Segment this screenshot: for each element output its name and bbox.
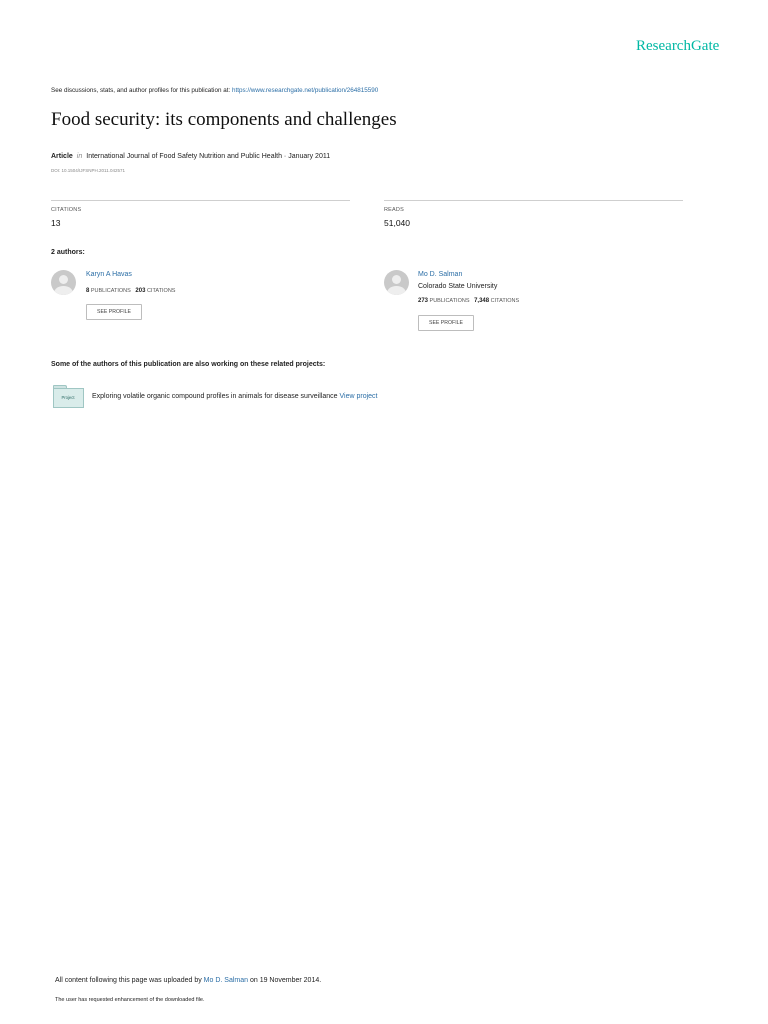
publication-link[interactable]: https://www.researchgate.net/publication…	[232, 87, 378, 94]
author-stats: 273 PUBLICATIONS 7,348 CITATIONS	[418, 298, 519, 304]
publications-count: 8	[86, 288, 90, 294]
author-name[interactable]: Karyn A Havas	[86, 271, 132, 278]
project-icon-label: Project	[61, 395, 75, 400]
authors-heading: 2 authors:	[51, 249, 85, 256]
avatar-icon[interactable]	[384, 270, 409, 295]
see-profile-button[interactable]: SEE PROFILE	[418, 315, 474, 331]
article-doi: DOI: 10.1504/IJFSNPH.2011.042571	[51, 168, 125, 173]
project-item: Exploring volatile organic compound prof…	[92, 393, 378, 400]
publications-label: PUBLICATIONS	[90, 288, 131, 294]
author-citations-label: CITATIONS	[146, 288, 176, 294]
author-name[interactable]: Mo D. Salman	[418, 271, 462, 278]
author-institution: Colorado State University	[418, 283, 498, 290]
upload-note: All content following this page was uplo…	[55, 977, 321, 984]
avatar-icon[interactable]	[51, 270, 76, 295]
author-stats: 8 PUBLICATIONS 203 CITATIONS	[86, 288, 175, 294]
article-meta: Article in International Journal of Food S…	[51, 153, 330, 160]
related-projects-heading: Some of the authors of this publication …	[51, 361, 326, 368]
citations-count: 203	[135, 288, 146, 294]
discussion-line: See discussions, stats, and author profi…	[51, 87, 378, 94]
reads-divider	[384, 200, 683, 201]
citations-count: 7,348	[474, 298, 490, 304]
upload-suffix: on 19 November 2014.	[248, 977, 322, 984]
journal-name: International Journal of Food Safety Nut…	[86, 153, 331, 160]
enhancement-note: The user has requested enhancement of th…	[55, 997, 205, 1003]
see-profile-button[interactable]: SEE PROFILE	[86, 304, 142, 320]
article-type: Article	[51, 153, 73, 160]
uploader-link[interactable]: Mo D. Salman	[204, 977, 248, 984]
reads-label: READS	[384, 207, 404, 213]
project-folder-icon: Project	[53, 385, 84, 408]
discussion-prefix: See discussions, stats, and author profi…	[51, 87, 232, 94]
publications-count: 273	[418, 298, 429, 304]
in-label: in	[76, 153, 83, 160]
author-citations-label: CITATIONS	[490, 298, 520, 304]
reads-value: 51,040	[384, 218, 410, 228]
citations-value: 13	[51, 218, 61, 228]
citations-divider	[51, 200, 350, 201]
upload-prefix: All content following this page was uplo…	[55, 977, 204, 984]
project-title: Exploring volatile organic compound prof…	[92, 393, 338, 400]
researchgate-logo[interactable]: ResearchGate	[636, 38, 719, 55]
view-project-link[interactable]: View project	[339, 393, 377, 400]
citations-label: CITATIONS	[51, 207, 82, 213]
article-title: Food security: its components and challe…	[51, 109, 397, 130]
publications-label: PUBLICATIONS	[429, 298, 470, 304]
